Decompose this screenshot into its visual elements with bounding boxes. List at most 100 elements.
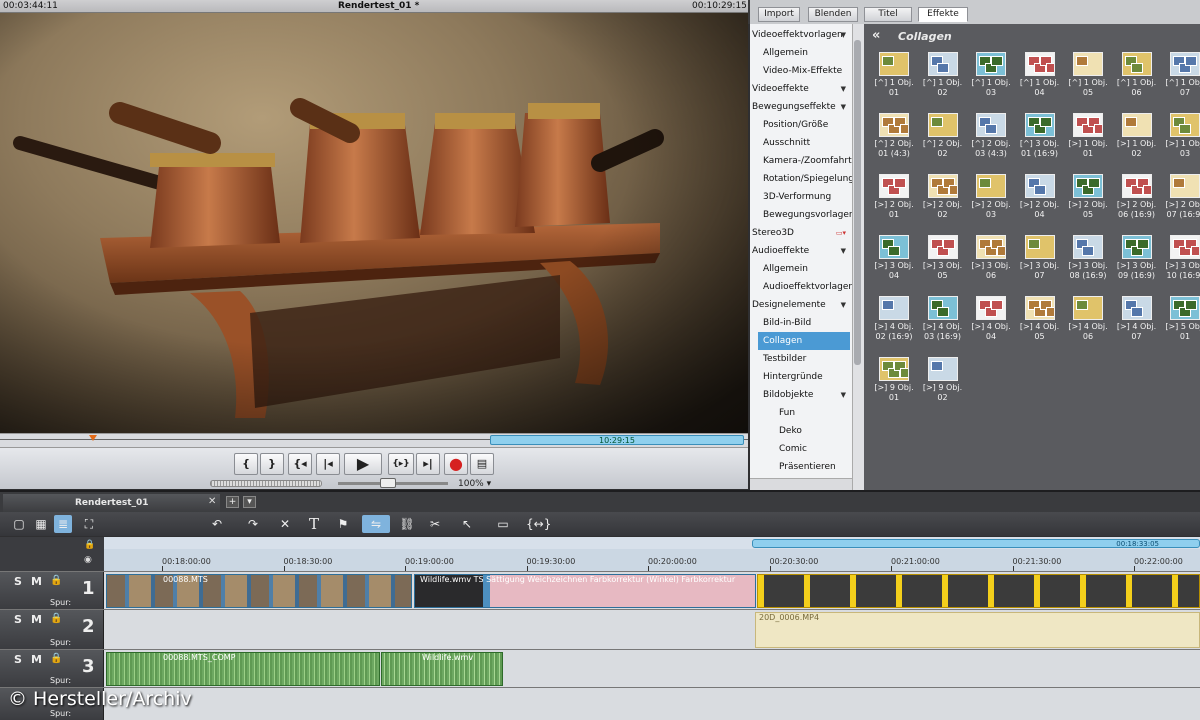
effect-thumbnail[interactable]: [>] 1 Obj. 02 [1115, 113, 1159, 173]
undo-icon[interactable]: ↶ [208, 515, 226, 533]
lock-icon[interactable]: 🔒 [50, 653, 62, 664]
solo-button[interactable]: S [14, 575, 22, 588]
effect-thumbnail[interactable]: [^] 1 Obj. 04 [1018, 52, 1062, 112]
expand-arrow-icon[interactable]: ▼ [841, 98, 846, 116]
category-position-größe[interactable]: Position/Größe [750, 116, 850, 134]
unlink-icon[interactable]: ✂ [426, 515, 444, 533]
expand-arrow-icon[interactable]: ▼ [841, 26, 846, 44]
category-testbilder[interactable]: Testbilder [750, 350, 850, 368]
tab-effekte[interactable]: Effekte [918, 7, 968, 22]
zoom-slider-knob[interactable] [380, 478, 396, 488]
effect-thumbnail[interactable]: [>] 4 Obj. 07 [1115, 296, 1159, 356]
category-video-mix-effekte[interactable]: Video-Mix-Effekte [750, 62, 850, 80]
effect-thumbnail[interactable]: [>] 3 Obj. 07 [1018, 235, 1062, 295]
category-bild-in-bild[interactable]: Bild-in-Bild [750, 314, 850, 332]
category-bewegungsvorlagen[interactable]: Bewegungsvorlagen [750, 206, 852, 224]
effect-thumbnail[interactable]: [>] 4 Obj. 02 (16:9) [872, 296, 916, 356]
effect-thumbnail[interactable]: [>] 3 Obj. 06 [969, 235, 1013, 295]
effect-thumbnail[interactable]: [>] 4 Obj. 06 [1066, 296, 1110, 356]
redo-icon[interactable]: ↷ [244, 515, 262, 533]
category-fun[interactable]: Fun [750, 404, 850, 422]
category-allgemein[interactable]: Allgemein [750, 44, 850, 62]
category-audioeffektvorlagen[interactable]: Audioeffektvorlagen [750, 278, 852, 296]
single-track-mode-icon[interactable]: ▢ [10, 515, 28, 533]
selected-video-clip[interactable] [757, 574, 1200, 608]
effect-thumbnail[interactable]: [>] 4 Obj. 03 (16:9) [921, 296, 965, 356]
export-button[interactable]: ▤ [470, 453, 494, 475]
category-designelemente[interactable]: Designelemente ▼ [750, 296, 850, 314]
marker-icon[interactable]: ⚑ [334, 515, 352, 533]
expand-arrow-icon[interactable]: ▼ [841, 386, 846, 404]
audio-clip[interactable]: 00088.MTS_COMP [106, 652, 380, 686]
storyboard-mode-icon[interactable]: ▦ [32, 515, 50, 533]
category-scrollbar-thumb[interactable] [854, 40, 861, 365]
effect-thumbnail[interactable]: [^] 3 Obj. 01 (16:9) [1018, 113, 1062, 173]
link-icon[interactable]: ⛓ [398, 515, 416, 533]
lock-icon[interactable]: 🔒 [84, 540, 95, 550]
in-out-range[interactable]: 10:29:15 [490, 435, 744, 445]
category-kamera-zoomfahrt[interactable]: Kamera-/Zoomfahrt [750, 152, 852, 170]
eye-icon[interactable]: ◉ [84, 555, 92, 565]
ruler-range[interactable]: 00:18:33:05 [752, 539, 1200, 548]
category-allgemein[interactable]: Allgemein [750, 260, 850, 278]
mouse-mode-icon[interactable]: ⇋ [362, 515, 390, 533]
effect-thumbnail[interactable]: [^] 1 Obj. 05 [1066, 52, 1110, 112]
video-clip[interactable]: 00088.MTS [106, 574, 412, 608]
category-videoeffektvorlagen[interactable]: Videoeffektvorlagen ▼ [750, 26, 850, 44]
category-rotation-spiegelung[interactable]: Rotation/Spiegelung [750, 170, 852, 188]
category-hintergründe[interactable]: Hintergründe [750, 368, 850, 386]
category-horizontal-scrollbar[interactable] [750, 478, 852, 490]
play-button[interactable]: ▶ [344, 453, 382, 475]
category-comic[interactable]: Comic [750, 440, 850, 458]
record-button[interactable]: ● [444, 453, 468, 475]
add-tab-button[interactable]: + [226, 496, 239, 508]
back-icon[interactable]: « [872, 28, 880, 43]
go-end-button[interactable]: ▸| [416, 453, 440, 475]
snap-icon[interactable]: {↔} [526, 515, 551, 533]
effect-thumbnail[interactable]: [^] 2 Obj. 01 (4:3) [872, 113, 916, 173]
category-3d-verformung[interactable]: 3D-Verformung [750, 188, 850, 206]
timeline-tab[interactable]: Rendertest_01 [3, 494, 220, 512]
video-clip[interactable]: Wildlife.wmv TS Sättigung Weichzeichnen … [414, 574, 756, 608]
effect-thumbnail[interactable]: [>] 3 Obj. 05 [921, 235, 965, 295]
effect-thumbnail[interactable]: [>] 2 Obj. 01 [872, 174, 916, 234]
delete-icon[interactable]: ✕ [276, 515, 294, 533]
multitrack-mode-icon[interactable]: ≣ [54, 515, 72, 533]
playhead-marker[interactable] [89, 435, 97, 441]
tab-blenden[interactable]: Blenden [808, 7, 858, 22]
jump-in-button[interactable]: {◂ [288, 453, 312, 475]
effect-thumbnail[interactable]: [>] 2 Obj. 06 (16:9) [1115, 174, 1159, 234]
category-bildobjekte[interactable]: Bildobjekte ▼ [750, 386, 850, 404]
category-deko[interactable]: Deko [750, 422, 850, 440]
title-icon[interactable]: T [305, 515, 323, 533]
solo-button[interactable]: S [14, 613, 22, 626]
tab-menu-button[interactable]: ▾ [243, 496, 256, 508]
effect-thumbnail[interactable]: [^] 1 Obj. 02 [921, 52, 965, 112]
category-videoeffekte[interactable]: Videoeffekte ▼ [750, 80, 850, 98]
mute-button[interactable]: M [31, 575, 42, 588]
tab-import[interactable]: Import [758, 7, 800, 22]
audio-clip[interactable]: Wildlife.wmv [381, 652, 503, 686]
effect-thumbnail[interactable]: [>] 1 Obj. 01 [1066, 113, 1110, 173]
mute-button[interactable]: M [31, 613, 42, 626]
mute-button[interactable]: M [31, 653, 42, 666]
cursor-mode-icon[interactable]: ↖ [458, 515, 476, 533]
preview-scrubber[interactable]: 10:29:15 [0, 433, 748, 447]
category-ausschnitt[interactable]: Ausschnitt [750, 134, 850, 152]
lock-icon[interactable]: 🔒 [50, 613, 62, 624]
video-clip[interactable]: 20D_0006.MP4 [755, 612, 1200, 648]
effect-thumbnail[interactable]: [>] 3 Obj. 08 (16:9) [1066, 235, 1110, 295]
effect-thumbnail[interactable]: [>] 9 Obj. 02 [921, 357, 965, 417]
solo-button[interactable]: S [14, 653, 22, 666]
close-icon[interactable]: ✕ [208, 496, 216, 507]
video-preview[interactable] [0, 13, 748, 433]
effect-thumbnail[interactable]: [>] 3 Obj.10 (16:9) [1163, 235, 1200, 295]
mark-in-button[interactable]: { [234, 453, 258, 475]
mark-out-button[interactable]: } [260, 453, 284, 475]
category-präsentieren[interactable]: Präsentieren [750, 458, 850, 476]
expand-arrow-icon[interactable]: ▼ [841, 80, 846, 98]
effect-thumbnail[interactable]: [>] 2 Obj. 04 [1018, 174, 1062, 234]
stereo-mode-icon[interactable]: ▭▾ [836, 224, 846, 242]
effect-thumbnail[interactable]: [>] 4 Obj. 04 [969, 296, 1013, 356]
category-bewegungseffekte[interactable]: Bewegungseffekte ▼ [750, 98, 850, 116]
